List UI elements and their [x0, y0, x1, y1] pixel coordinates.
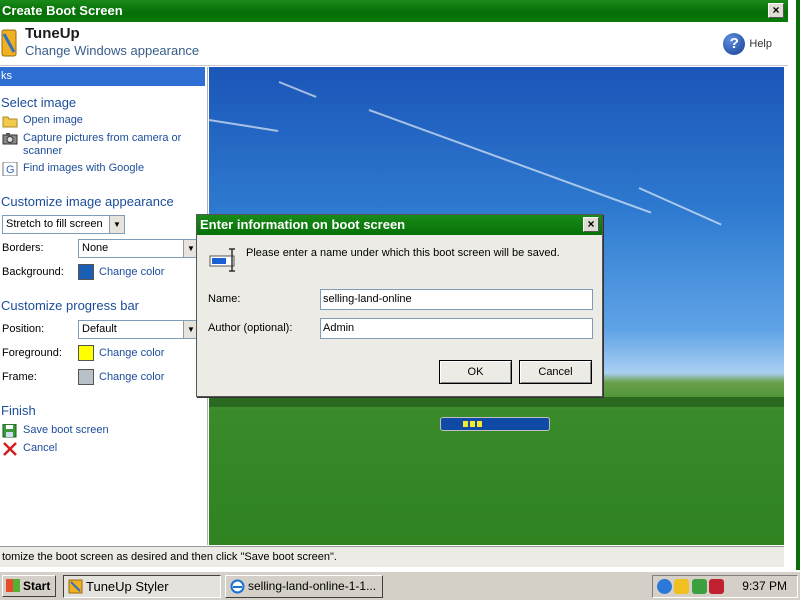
frame-color-swatch[interactable]	[78, 369, 94, 385]
cancel-label: Cancel	[23, 442, 58, 454]
tasks-sidebar: ks Select image Open image Capture pictu…	[0, 67, 208, 545]
tuneup-app-icon	[68, 579, 83, 594]
progress-block	[470, 421, 475, 427]
dialog-titlebar[interactable]: Enter information on boot screen ×	[197, 215, 602, 235]
app-name: TuneUp	[25, 25, 80, 42]
frame-change-color-link[interactable]: Change color	[99, 371, 164, 383]
position-value: Default	[82, 322, 117, 335]
dialog-message: Please enter a name under which this boo…	[246, 247, 560, 259]
taskbar-item-label: TuneUp Styler	[86, 579, 169, 594]
progress-block	[463, 421, 468, 427]
dialog-cancel-button[interactable]: Cancel	[519, 360, 592, 384]
svg-text:G: G	[6, 164, 15, 176]
borders-value: None	[82, 241, 109, 254]
stretch-mode-select[interactable]: Stretch to fill screen ▼	[2, 214, 125, 234]
background-change-color-link[interactable]: Change color	[99, 266, 164, 278]
sky-streak	[278, 81, 317, 98]
progress-block	[477, 421, 482, 427]
cancel-link[interactable]: Cancel	[0, 442, 207, 456]
boot-screen-info-dialog: Enter information on boot screen × Pleas…	[196, 214, 603, 397]
name-label: Name:	[208, 293, 241, 305]
select-image-title: Select image	[1, 95, 77, 110]
save-boot-screen-link[interactable]: Save boot screen	[0, 424, 207, 438]
dialog-close-button[interactable]: ×	[583, 217, 599, 232]
capture-pictures-label: Capture pictures from camera or scanner	[23, 132, 182, 157]
window-close-button[interactable]: ×	[768, 3, 784, 18]
taskbar: Start TuneUp Styler selling-land-online-…	[0, 570, 800, 600]
taskbar-item-tuneup-styler[interactable]: TuneUp Styler	[63, 575, 221, 598]
app-header: TuneUp Change Windows appearance ? Help	[0, 22, 788, 66]
capture-pictures-link[interactable]: Capture pictures from camera or scanner	[0, 132, 207, 158]
help-button[interactable]: ? Help	[723, 33, 772, 55]
taskbar-item-label: selling-land-online-1-1...	[248, 579, 377, 593]
foreground-change-color-link[interactable]: Change color	[99, 347, 164, 359]
close-icon	[3, 442, 17, 456]
help-label: Help	[749, 38, 772, 50]
shield-icon[interactable]	[709, 579, 724, 594]
camera-icon	[2, 133, 18, 145]
app-subtitle: Change Windows appearance	[25, 43, 200, 58]
tuneup-logo-icon	[1, 29, 17, 57]
start-label: Start	[23, 579, 51, 593]
chevron-down-icon: ▼	[109, 215, 124, 233]
window-titlebar[interactable]: Create Boot Screen ×	[0, 0, 788, 22]
author-label: Author (optional):	[208, 322, 293, 334]
name-field[interactable]: selling-land-online	[320, 289, 593, 310]
rename-icon	[209, 248, 235, 272]
find-images-google-link[interactable]: G Find images with Google	[0, 162, 207, 176]
help-icon: ?	[723, 33, 746, 55]
sky-streak	[638, 187, 722, 226]
save-boot-screen-label: Save boot screen	[23, 424, 109, 436]
find-images-label: Find images with Google	[23, 162, 145, 174]
open-image-label: Open image	[23, 114, 83, 126]
windows-logo-icon	[6, 579, 20, 592]
position-label: Position:	[2, 323, 45, 335]
boot-progress-bar	[440, 417, 550, 431]
status-bar: tomize the boot screen as desired and th…	[0, 546, 784, 567]
system-tray: 9:37 PM	[652, 575, 798, 598]
sky-streak	[209, 119, 279, 132]
save-icon	[2, 424, 17, 438]
clock[interactable]: 9:37 PM	[742, 576, 787, 597]
sky-streak	[368, 109, 652, 214]
finish-title: Finish	[1, 403, 36, 418]
foreground-color-swatch[interactable]	[78, 345, 94, 361]
google-icon: G	[2, 162, 18, 176]
open-image-link[interactable]: Open image	[0, 114, 207, 128]
update-icon[interactable]	[692, 579, 707, 594]
taskbar-item-browser[interactable]: selling-land-online-1-1...	[225, 575, 383, 598]
network-icon[interactable]	[657, 579, 672, 594]
background-label: Background:	[2, 266, 64, 278]
window-title: Create Boot Screen	[2, 3, 123, 18]
borders-select[interactable]: None ▼	[78, 238, 199, 258]
start-button[interactable]: Start	[2, 575, 56, 597]
foreground-label: Foreground:	[2, 347, 62, 359]
security-alert-icon[interactable]	[674, 579, 689, 594]
customize-appearance-title: Customize image appearance	[1, 194, 174, 209]
author-field[interactable]: Admin	[320, 318, 593, 339]
dialog-title: Enter information on boot screen	[200, 217, 406, 232]
internet-explorer-icon	[230, 579, 245, 594]
position-select[interactable]: Default ▼	[78, 319, 199, 339]
frame-label: Frame:	[2, 371, 37, 383]
borders-label: Borders:	[2, 242, 44, 254]
tasks-header: ks	[0, 67, 205, 86]
ok-button[interactable]: OK	[439, 360, 512, 384]
stretch-mode-value: Stretch to fill screen	[6, 217, 103, 230]
folder-icon	[2, 116, 18, 128]
background-color-swatch[interactable]	[78, 264, 94, 280]
customize-progress-title: Customize progress bar	[1, 298, 139, 313]
tree-line	[209, 397, 784, 407]
